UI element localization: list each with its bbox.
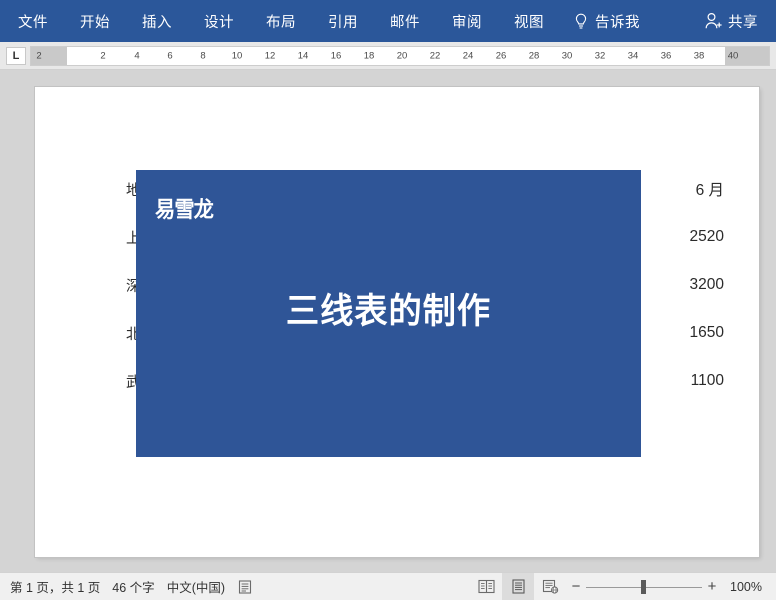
- ruler-tick: 34: [627, 50, 639, 62]
- shape-logo-text: 易雪龙: [155, 198, 214, 223]
- ruler-tick: 38: [693, 50, 705, 62]
- person-add-icon: [704, 12, 724, 30]
- horizontal-ruler[interactable]: 2 2 4 6 8 10 12 14 16 18 20 22 24 26 28 …: [30, 46, 770, 66]
- blue-cover-shape[interactable]: 易雪龙 三线表的制作: [136, 170, 641, 457]
- ruler-tick: 16: [330, 50, 342, 62]
- ruler-tick: 18: [363, 50, 375, 62]
- ruler-tick: 2: [36, 50, 42, 62]
- proofing-status-icon[interactable]: [237, 579, 253, 595]
- ruler-tick: 30: [561, 50, 573, 62]
- document-page[interactable]: 地区 6 月 上海 2520 深圳 3200 北京 1650 武汉 1100: [35, 87, 759, 557]
- zoom-slider-handle[interactable]: [641, 579, 646, 594]
- word-count[interactable]: 46 个字: [112, 577, 154, 596]
- tab-references[interactable]: 引用: [328, 11, 358, 32]
- table-cell-value: 1650: [689, 324, 724, 341]
- tab-layout[interactable]: 布局: [266, 11, 296, 32]
- ruler-tick: 22: [429, 50, 441, 62]
- ruler-tick: 14: [297, 50, 309, 62]
- read-mode-button[interactable]: [470, 573, 502, 600]
- language-indicator[interactable]: 中文(中国): [167, 577, 225, 596]
- tab-home[interactable]: 开始: [80, 11, 110, 32]
- ruler-tick: 32: [594, 50, 606, 62]
- ruler-tick: 26: [495, 50, 507, 62]
- status-bar: 第 1 页，共 1 页 46 个字 中文(中国) − + 100%: [0, 572, 776, 600]
- ruler-tick: 2: [100, 50, 106, 62]
- word-window: 文件 开始 插入 设计 布局 引用 邮件 审阅 视图 告诉我 共享 L 2 2 …: [0, 0, 776, 600]
- ruler-tick: 4: [134, 50, 140, 62]
- ruler-tick: 20: [396, 50, 408, 62]
- ruler-tick: 6: [167, 50, 173, 62]
- tell-me-button[interactable]: 告诉我: [574, 11, 640, 32]
- tab-review[interactable]: 审阅: [452, 11, 482, 32]
- horizontal-ruler-band: L 2 2 4 6 8 10 12 14 16 18 20 22 24 26 2…: [0, 42, 776, 113]
- ruler-tick: 10: [231, 50, 243, 62]
- tab-view[interactable]: 视图: [514, 11, 544, 32]
- ruler-tick: 12: [264, 50, 276, 62]
- table-cell-value: 6 月: [695, 182, 724, 199]
- tab-stop-selector[interactable]: L: [6, 47, 26, 65]
- zoom-level-label[interactable]: 100%: [722, 580, 770, 594]
- ruler-tick: 40: [727, 50, 739, 62]
- share-label: 共享: [728, 14, 758, 31]
- share-button[interactable]: 共享: [704, 11, 758, 32]
- status-bar-right-group: − + 100%: [470, 572, 776, 600]
- tab-file[interactable]: 文件: [18, 11, 48, 32]
- document-scroll-area[interactable]: 地区 6 月 上海 2520 深圳 3200 北京 1650 武汉 1100: [0, 70, 776, 572]
- lightbulb-icon: [574, 13, 588, 30]
- ruler-tick: 36: [660, 50, 672, 62]
- zoom-out-button[interactable]: −: [566, 578, 586, 595]
- tab-design[interactable]: 设计: [204, 11, 234, 32]
- ruler-tick: 24: [462, 50, 474, 62]
- zoom-slider[interactable]: [586, 573, 702, 600]
- ruler-tick: 8: [200, 50, 206, 62]
- table-cell-value: 1100: [690, 372, 724, 389]
- zoom-in-button[interactable]: +: [702, 578, 722, 595]
- web-layout-button[interactable]: [534, 573, 566, 600]
- tell-me-label: 告诉我: [595, 14, 640, 31]
- ribbon-tab-bar: 文件 开始 插入 设计 布局 引用 邮件 审阅 视图 告诉我 共享: [0, 0, 776, 42]
- table-cell-value: 3200: [689, 276, 724, 293]
- page-indicator[interactable]: 第 1 页，共 1 页: [10, 577, 100, 596]
- shape-title-text: 三线表的制作: [285, 292, 492, 332]
- table-cell-value: 2520: [689, 228, 724, 245]
- tab-insert[interactable]: 插入: [142, 11, 172, 32]
- ruler-tick: 28: [528, 50, 540, 62]
- print-layout-button[interactable]: [502, 572, 534, 600]
- tab-mailings[interactable]: 邮件: [390, 11, 420, 32]
